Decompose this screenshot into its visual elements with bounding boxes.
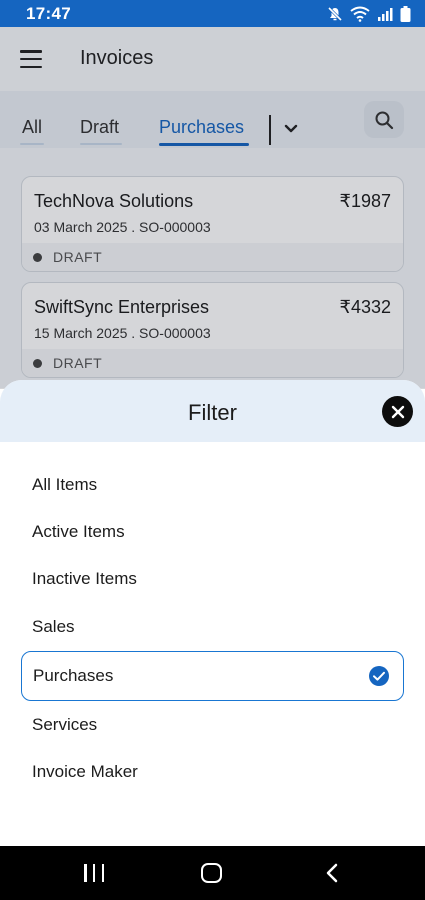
signal-icon — [378, 7, 393, 21]
filter-option-services[interactable]: Services — [32, 715, 97, 735]
tab-draft[interactable]: Draft — [80, 117, 119, 138]
status-time: 17:47 — [26, 3, 71, 23]
invoice-status-row: DRAFT — [22, 349, 403, 377]
mute-icon — [327, 6, 343, 21]
status-badge: DRAFT — [53, 355, 103, 371]
status-dot-icon — [33, 252, 42, 262]
status-dot-icon — [33, 358, 42, 368]
filter-option-inactive-items[interactable]: Inactive Items — [32, 569, 137, 589]
tab-all-indicator — [20, 143, 44, 145]
search-button[interactable] — [364, 101, 404, 138]
tab-purchases[interactable]: Purchases — [159, 117, 244, 138]
page-title: Invoices — [80, 47, 154, 69]
back-icon[interactable] — [325, 863, 339, 883]
filter-option-purchases[interactable]: Purchases — [21, 651, 404, 701]
battery-icon — [400, 5, 411, 22]
invoice-amount: ₹1987 — [339, 191, 392, 211]
invoice-customer-name: TechNova Solutions — [34, 191, 194, 211]
filter-option-invoice-maker[interactable]: Invoice Maker — [32, 762, 138, 782]
filter-option-active-items[interactable]: Active Items — [32, 522, 125, 542]
tab-draft-indicator — [80, 143, 122, 145]
filter-option-sales[interactable]: Sales — [32, 617, 75, 637]
status-bar: 17:47 — [0, 0, 425, 27]
system-nav-bar — [0, 846, 425, 900]
home-icon[interactable] — [201, 863, 222, 883]
invoice-list: TechNova Solutions ₹1987 03 March 2025 .… — [0, 148, 425, 388]
app-bar: Invoices — [0, 27, 425, 91]
filter-sheet-header: Filter — [0, 380, 425, 442]
wifi-icon — [350, 6, 370, 22]
chevron-down-icon[interactable] — [284, 124, 298, 134]
filter-option-all-items[interactable]: All Items — [32, 475, 97, 495]
hamburger-menu-icon[interactable] — [20, 50, 42, 68]
filter-sheet-title: Filter — [188, 400, 237, 425]
search-icon — [375, 111, 394, 129]
close-button[interactable] — [382, 396, 413, 427]
recents-icon[interactable] — [84, 864, 104, 882]
tab-all[interactable]: All — [22, 117, 42, 138]
invoice-meta: 15 March 2025 . SO-000003 — [34, 325, 211, 341]
tab-bar: All Draft Purchases — [0, 91, 425, 148]
tab-divider — [269, 115, 271, 145]
tab-purchases-indicator — [159, 143, 249, 146]
invoice-amount: ₹4332 — [339, 297, 392, 317]
filter-option-label: Purchases — [33, 666, 114, 685]
invoice-meta: 03 March 2025 . SO-000003 — [34, 219, 211, 235]
status-icons — [327, 5, 411, 22]
invoice-card[interactable]: SwiftSync Enterprises ₹4332 15 March 202… — [21, 282, 404, 378]
status-badge: DRAFT — [53, 249, 103, 265]
filter-bottom-sheet: Filter All Items Active Items Inactive I… — [0, 380, 425, 846]
invoice-status-row: DRAFT — [22, 243, 403, 271]
invoice-customer-name: SwiftSync Enterprises — [34, 297, 210, 317]
check-circle-icon — [369, 666, 389, 686]
close-icon — [391, 405, 404, 418]
invoice-card[interactable]: TechNova Solutions ₹1987 03 March 2025 .… — [21, 176, 404, 272]
